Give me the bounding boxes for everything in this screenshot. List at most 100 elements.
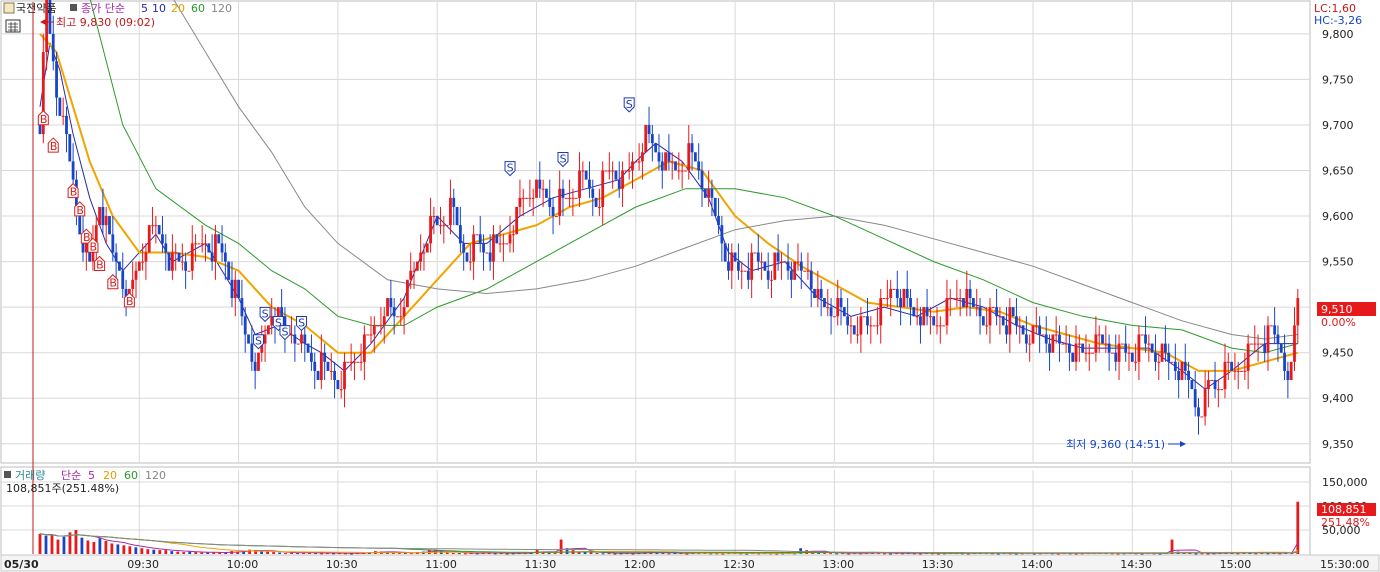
candle-body: [1207, 380, 1210, 390]
candle-body: [909, 298, 912, 308]
candle-body: [207, 243, 211, 253]
time-tick-label: 15:00: [1220, 558, 1252, 571]
candle-body: [743, 270, 747, 272]
candle-body: [717, 216, 720, 226]
candle-body: [253, 361, 257, 371]
candle-body: [458, 225, 462, 244]
candle-body: [1015, 316, 1018, 326]
candle-body: [727, 261, 730, 271]
candle-body: [223, 252, 227, 262]
volume-bar: [50, 534, 54, 554]
vol-ma-20-legend: 20: [103, 469, 117, 482]
candle-body: [925, 307, 929, 317]
candle-body: [1213, 380, 1217, 390]
buy-signal-letter: B: [70, 186, 78, 199]
candle-body: [1164, 343, 1167, 353]
candle-body: [700, 170, 704, 189]
volume-bar: [613, 553, 617, 555]
candle-body: [217, 234, 221, 244]
volume-bar: [176, 551, 180, 554]
candle-body: [558, 188, 562, 217]
candle-body: [1051, 334, 1055, 353]
volume-bar: [457, 553, 461, 555]
current-price-box: 9,510 0.00%: [1317, 302, 1376, 329]
candle-body: [1193, 389, 1197, 408]
time-tick-label: 13:30: [922, 558, 954, 571]
volume-bar: [158, 550, 162, 554]
candle-body: [674, 161, 677, 171]
volume-bar: [122, 545, 126, 554]
window-icon[interactable]: [3, 2, 15, 14]
candle-body: [439, 225, 442, 227]
candle-body: [1120, 343, 1124, 345]
candle-body: [266, 325, 270, 335]
candle-body: [1197, 407, 1200, 417]
candle-body: [531, 197, 535, 199]
candle-body: [1283, 352, 1286, 371]
candle-body: [114, 252, 118, 262]
vol-ma-120-legend: 120: [145, 469, 166, 482]
volume-bar: [1296, 501, 1300, 554]
candle-body: [862, 316, 866, 318]
candle-body: [362, 334, 366, 362]
candle-body: [776, 252, 780, 262]
candle-body: [849, 325, 853, 327]
volume-bar: [86, 540, 90, 554]
volume-bar: [62, 536, 66, 554]
candle-body: [1061, 343, 1065, 345]
candle-body: [905, 288, 909, 299]
candle-body: [1173, 361, 1177, 371]
volume-bar: [445, 552, 449, 554]
candle-body: [846, 316, 850, 326]
candle-body: [141, 261, 145, 263]
candle-body: [826, 307, 830, 309]
candle-body: [190, 243, 194, 271]
volume-bar: [146, 549, 150, 554]
time-tick-label: 14:00: [1021, 558, 1053, 571]
candle-body: [697, 161, 701, 171]
sell-signal-letter: S: [560, 153, 567, 166]
candle-body: [353, 361, 356, 363]
candle-body: [171, 252, 174, 271]
price-tick-label: 9,750: [1322, 73, 1354, 86]
candle-body: [1160, 343, 1164, 362]
candle-body: [250, 343, 254, 362]
candle-body: [131, 279, 135, 289]
candle-body: [1286, 370, 1290, 381]
volume-bar: [104, 541, 108, 554]
candle-body: [952, 298, 955, 300]
candle-body: [1064, 343, 1068, 345]
candle-body: [1114, 352, 1118, 362]
candle-body: [928, 316, 932, 318]
candle-body: [1101, 334, 1104, 344]
buy-signal-letter: B: [96, 258, 104, 271]
candle-body: [290, 334, 293, 336]
candle-body: [935, 325, 939, 327]
candle-body: [829, 307, 833, 317]
candle-body: [932, 316, 936, 326]
candle-body: [1028, 343, 1032, 345]
candle-body: [432, 216, 436, 218]
candle-body: [161, 234, 164, 244]
candle-body: [1094, 334, 1098, 353]
candle-body: [856, 334, 859, 336]
volume-panel-frame: [0, 466, 1311, 556]
candle-body: [359, 361, 363, 363]
candle-body: [167, 252, 171, 271]
volume-current-value: 108,851: [1321, 503, 1367, 516]
high-price-label: 최고 9,830 (09:02): [56, 16, 155, 29]
volume-bar: [721, 553, 725, 555]
candle-body: [750, 252, 754, 280]
candle-body: [1058, 334, 1061, 344]
current-price-value: 9,510: [1321, 303, 1353, 316]
candle-body: [710, 188, 714, 198]
volume-bar: [164, 550, 168, 554]
candle-body: [300, 334, 303, 344]
candle-body: [1137, 334, 1141, 362]
candle-body: [1048, 343, 1051, 353]
candle-body: [594, 197, 598, 207]
candle-body: [1187, 370, 1190, 381]
candle-body: [885, 298, 889, 300]
volume-bar: [44, 535, 48, 554]
candle-body: [1203, 389, 1207, 417]
